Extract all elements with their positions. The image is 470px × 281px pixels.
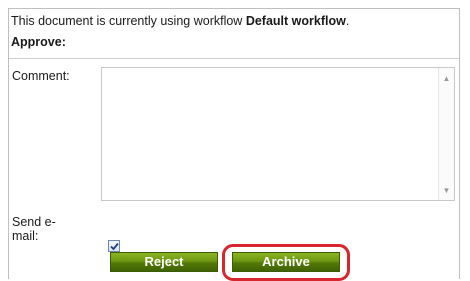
workflow-info-suffix: . xyxy=(345,14,350,28)
approve-heading: Approve: xyxy=(11,35,66,49)
comment-scrollbar[interactable]: ▲ ▼ xyxy=(438,68,454,200)
send-email-label: Send e-mail: xyxy=(12,215,56,243)
checkmark-icon xyxy=(110,242,119,251)
scroll-up-arrow-icon[interactable]: ▲ xyxy=(439,71,454,87)
comment-textarea[interactable]: ▲ ▼ xyxy=(101,67,455,201)
workflow-info-prefix: This document is currently using workflo… xyxy=(11,14,246,28)
workflow-info-text: This document is currently using workflo… xyxy=(11,14,349,28)
comment-label: Comment: xyxy=(12,69,70,83)
workflow-panel: This document is currently using workflo… xyxy=(8,8,460,281)
workflow-name: Default workflow xyxy=(245,14,346,28)
scroll-down-arrow-icon[interactable]: ▼ xyxy=(439,183,454,199)
divider xyxy=(9,58,459,59)
reject-button[interactable]: Reject xyxy=(110,252,218,272)
send-email-checkbox[interactable] xyxy=(108,240,120,252)
archive-button[interactable]: Archive xyxy=(232,252,340,272)
